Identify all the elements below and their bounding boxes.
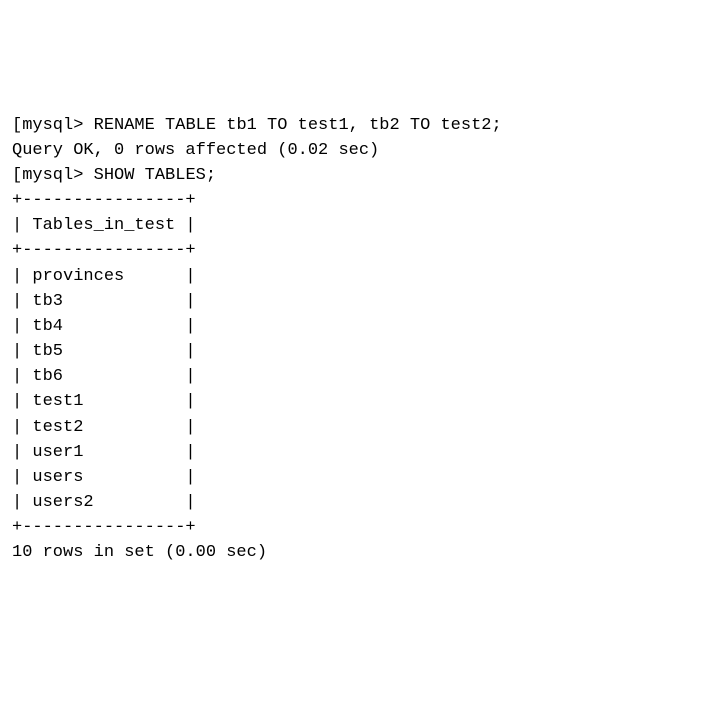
table-row: | test2 |	[12, 415, 698, 440]
command-line-1: [mysql> RENAME TABLE tb1 TO test1, tb2 T…	[12, 113, 698, 138]
table-border-top: +----------------+	[12, 188, 698, 213]
query-result-1: Query OK, 0 rows affected (0.02 sec)	[12, 138, 698, 163]
sql-command-1: RENAME TABLE tb1 TO test1, tb2 TO test2;	[94, 116, 502, 135]
command-line-2: [mysql> SHOW TABLES;	[12, 163, 698, 188]
table-row: | tb4 |	[12, 314, 698, 339]
table-row: | test1 |	[12, 389, 698, 414]
prompt-bracket: [	[12, 166, 22, 185]
prompt-label: mysql>	[22, 166, 83, 185]
table-header-sep: +----------------+	[12, 238, 698, 263]
table-row: | tb3 |	[12, 289, 698, 314]
table-row: | tb5 |	[12, 339, 698, 364]
table-row: | users |	[12, 465, 698, 490]
table-row: | tb6 |	[12, 364, 698, 389]
prompt-label: mysql>	[22, 116, 83, 135]
sql-command-2: SHOW TABLES;	[94, 166, 216, 185]
prompt-bracket: [	[12, 116, 22, 135]
table-row: | user1 |	[12, 440, 698, 465]
terminal-output: [mysql> RENAME TABLE tb1 TO test1, tb2 T…	[12, 113, 698, 566]
table-row: | users2 |	[12, 490, 698, 515]
table-row: | provinces |	[12, 264, 698, 289]
table-header-row: | Tables_in_test |	[12, 213, 698, 238]
table-border-bottom: +----------------+	[12, 515, 698, 540]
